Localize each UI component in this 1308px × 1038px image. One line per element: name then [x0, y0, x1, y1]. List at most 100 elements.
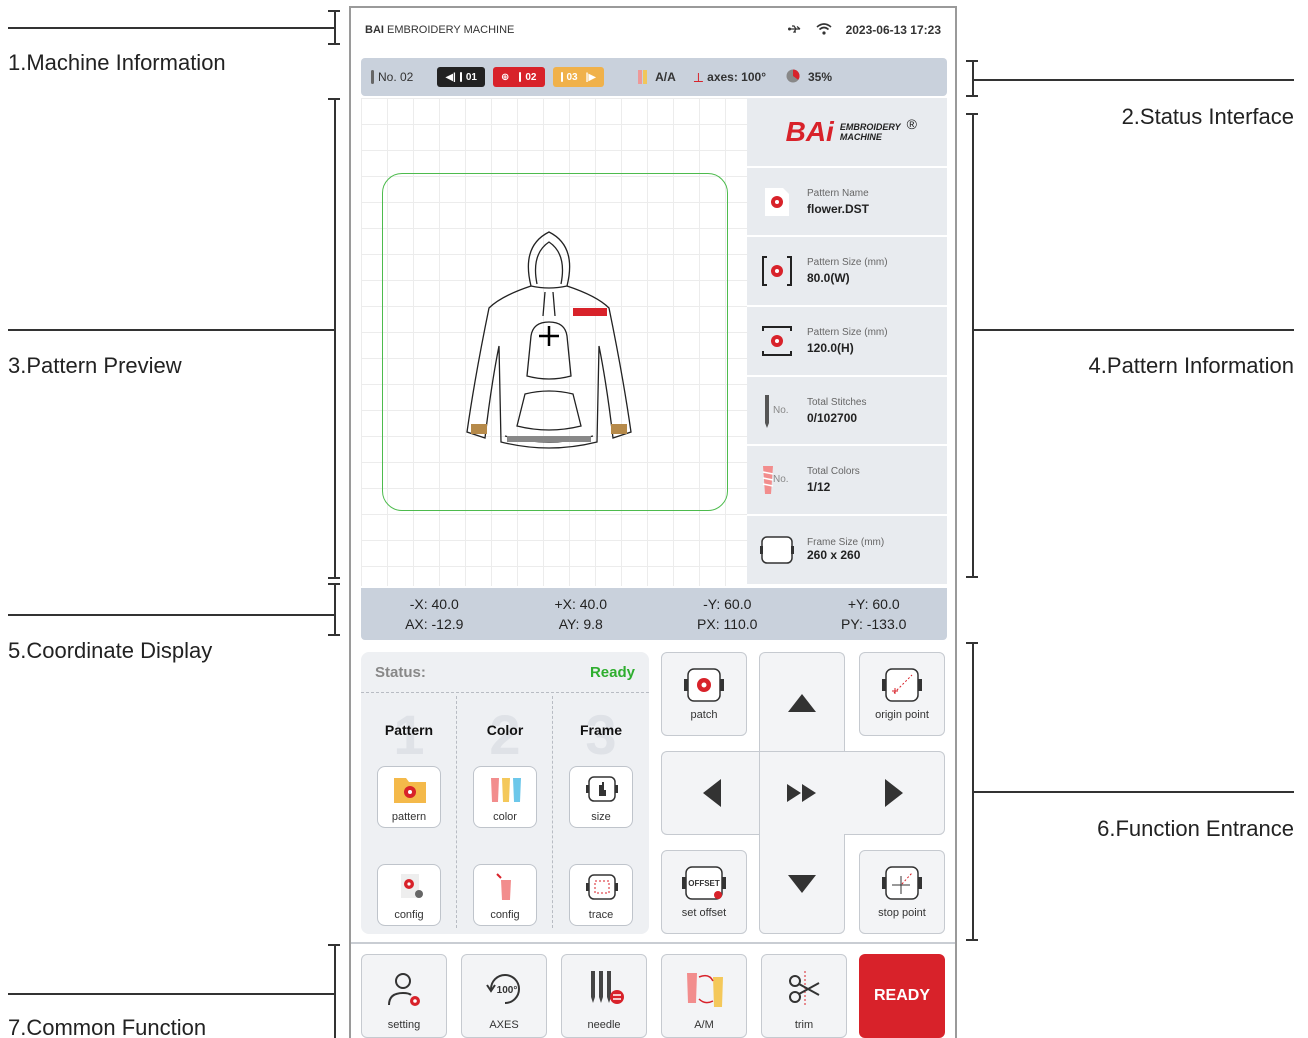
pattern-button[interactable]: pattern [377, 766, 441, 828]
leader-line [8, 27, 334, 29]
info-total-colors: No. Total Colors 1/12 [747, 446, 947, 517]
info-pattern-width: Pattern Size (mm) 80.0(W) [747, 237, 947, 308]
bracket-tick [966, 939, 978, 941]
leader-line [8, 614, 334, 616]
fast-forward-icon [787, 784, 816, 802]
anno-common-function: 7.Common Function [8, 1015, 207, 1038]
pattern-config-icon [393, 871, 427, 903]
patch-button[interactable]: patch [661, 652, 747, 736]
progress-value: 35% [808, 70, 833, 84]
bracket-tick [966, 642, 978, 644]
set-offset-button[interactable]: OFFSET set offset [661, 850, 747, 934]
hoodie-image [466, 231, 632, 449]
folder-icon [393, 773, 427, 805]
anno-status-interface: 2.Status Interface [1121, 104, 1294, 129]
move-down-button[interactable] [759, 834, 845, 934]
info-pattern-height: Pattern Size (mm) 120.0(H) [747, 307, 947, 377]
bracket-tick [966, 576, 978, 578]
thread-icon: No. [759, 462, 795, 498]
logo-text: BAi [785, 115, 834, 147]
needles-swap-icon [583, 969, 627, 1009]
am-button[interactable]: A/M [661, 954, 747, 1038]
width-icon [759, 253, 795, 289]
prev-needle-pill[interactable]: ◀| 01 [437, 67, 485, 87]
pattern-config-button[interactable]: config [377, 864, 441, 926]
machine-brand: BAI EMBROIDERY MACHINE [365, 24, 515, 36]
bracket-tick [328, 583, 340, 585]
user-settings-icon [383, 969, 427, 1009]
bracket-tick [966, 95, 978, 97]
datetime: 2023-06-13 17:23 [845, 23, 941, 37]
scissors-icon [783, 969, 827, 1009]
coord-py: PY: -133.0 [841, 616, 907, 632]
offset-icon: OFFSET [682, 866, 726, 900]
bracket-tick [328, 944, 340, 946]
leader-line [8, 329, 334, 331]
bracket-tick [966, 113, 978, 115]
color-config-button[interactable]: config [473, 864, 537, 926]
info-total-stitches: No. Total Stitches 0/102700 [747, 377, 947, 447]
coord-minus-x: -X: 40.0 [409, 596, 459, 612]
next-needle-pill[interactable]: 03 |▶ [552, 67, 605, 87]
axes-rotate-icon: 100° [483, 969, 527, 1009]
fast-forward-button[interactable] [759, 751, 845, 835]
setting-button[interactable]: setting [361, 954, 447, 1038]
coord-px: PX: 110.0 [697, 616, 758, 632]
anno-coordinate-display: 5.Coordinate Display [8, 638, 213, 663]
trace-button[interactable]: trace [569, 864, 633, 926]
pattern-preview[interactable] [361, 98, 747, 586]
needle-icon: No. [759, 393, 795, 429]
column-title: Pattern [384, 722, 434, 738]
coord-ax: AX: -12.9 [405, 616, 464, 632]
color-button[interactable]: color [473, 766, 537, 828]
arrow-right-icon [884, 779, 903, 807]
coordinate-display: -X: 40.0 +X: 40.0 -Y: 60.0 +Y: 60.0 AX: … [361, 588, 947, 640]
bracket-tick [966, 60, 978, 62]
coord-minus-y: -Y: 60.0 [703, 596, 752, 612]
hand-frame-icon [585, 773, 619, 805]
move-up-button[interactable] [759, 652, 845, 752]
svg-text:OFFSET: OFFSET [688, 879, 720, 888]
stop-point-button[interactable]: stop point [859, 850, 945, 934]
axes-button[interactable]: 100° AXES [461, 954, 547, 1038]
current-needle-pill[interactable]: ⊕ 02 [492, 67, 545, 87]
usb-icon [787, 23, 802, 37]
column-pattern: 1 Pattern pattern ⌵ config [361, 696, 457, 928]
column-frame: 3 Frame size ⌵ trace [553, 696, 649, 928]
needle-icon [459, 72, 462, 82]
origin-point-icon [882, 668, 922, 702]
status-value: Ready [589, 664, 635, 681]
anno-function-entrance: 6.Function Entrance [1097, 816, 1294, 841]
trim-button[interactable]: trim [761, 954, 847, 1038]
device-screen: BAI EMBROIDERY MACHINE 2023-06-13 17:23 … [349, 6, 957, 1038]
column-title: Frame [579, 722, 623, 738]
move-left-button[interactable] [661, 751, 761, 835]
move-right-button[interactable] [843, 751, 945, 835]
ready-button[interactable]: READY [859, 954, 945, 1038]
anno-pattern-preview: 3.Pattern Preview [8, 353, 182, 378]
target-icon: ⊕ [500, 71, 510, 83]
axes-icon: ⟂ [693, 68, 704, 85]
size-button[interactable]: size [569, 766, 633, 828]
leader-line [974, 791, 1294, 793]
arrow-left-icon [702, 779, 721, 807]
column-color: 2 Color color ⌵ config [457, 696, 553, 928]
bracket-pattern-information [972, 113, 974, 577]
bracket-tick [328, 43, 340, 45]
needle-button[interactable]: needle [561, 954, 647, 1038]
progress-pie-icon [786, 69, 800, 86]
origin-point-button[interactable]: origin point [859, 652, 945, 736]
thread-config-icon [489, 871, 523, 903]
bracket-tick [328, 98, 340, 100]
coord-plus-x: +X: 40.0 [554, 596, 608, 612]
common-function-bar: setting 100° AXES needle A/M trim READY [351, 942, 955, 1038]
needle-icon [519, 72, 522, 82]
column-title: Color [486, 722, 524, 738]
leader-line [974, 329, 1294, 331]
bracket-status-interface [972, 60, 974, 96]
bracket-pattern-preview [334, 98, 336, 578]
info-frame-size: Frame Size (mm) 260 x 260 [747, 516, 947, 586]
svg-text:100°: 100° [497, 985, 518, 996]
machine-info-bar: BAI EMBROIDERY MACHINE 2023-06-13 17:23 [351, 8, 955, 52]
mode-value: A/A [655, 70, 676, 84]
